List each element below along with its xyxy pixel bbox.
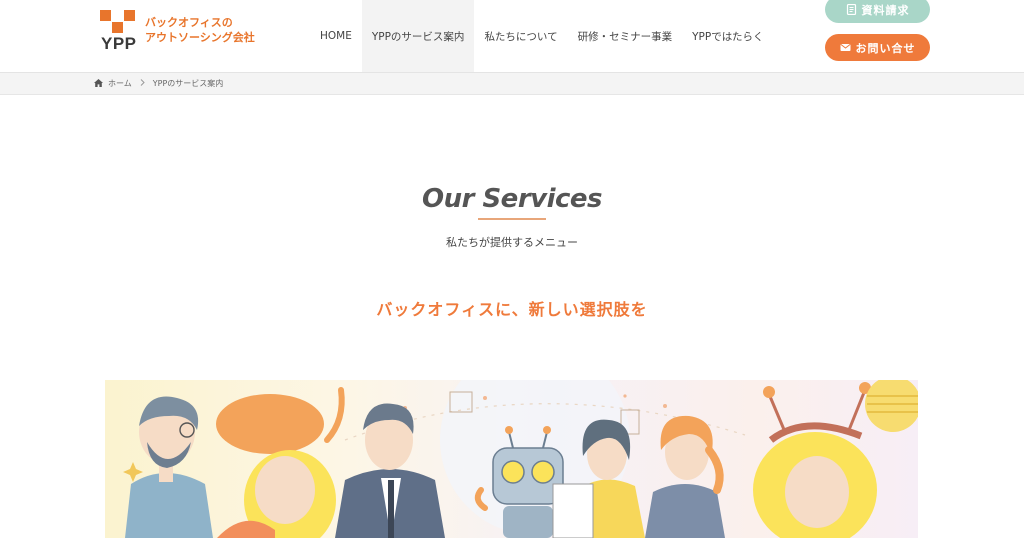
contact-button[interactable]: お問い合せ <box>825 34 930 61</box>
home-icon <box>94 78 103 89</box>
global-nav: HOME YPPのサービス案内 私たちについて 研修・セミナー事業 YPPではた… <box>310 0 774 72</box>
title-underline <box>478 218 546 220</box>
breadcrumb-bar: ホーム YPPのサービス案内 <box>0 72 1024 95</box>
nav-item-services[interactable]: YPPのサービス案内 <box>361 0 475 72</box>
logo-tagline-line1: バックオフィスの <box>145 16 233 29</box>
nav-item-home[interactable]: HOME <box>310 0 362 72</box>
document-request-label: 資料請求 <box>861 3 910 17</box>
catch-copy: バックオフィスに、新しい選択肢を <box>376 300 648 319</box>
breadcrumb-current: YPPのサービス案内 <box>152 79 224 88</box>
document-request-button[interactable]: 資料請求 <box>825 0 930 23</box>
page-subtitle: 私たちが提供するメニュー <box>446 236 578 249</box>
breadcrumb: ホーム YPPのサービス案内 <box>94 73 223 94</box>
nav-item-careers[interactable]: YPPではたらく <box>682 0 773 72</box>
chevron-right-icon <box>140 79 145 88</box>
logo-tagline-line2: アウトソーシング会社 <box>145 31 255 44</box>
site-logo[interactable]: YPP バックオフィスの アウトソーシング会社 <box>100 10 260 56</box>
site-header: YPP バックオフィスの アウトソーシング会社 HOME YPPのサービス案内 … <box>0 0 1024 72</box>
page-title: Our Services <box>421 184 603 214</box>
logo-tagline: バックオフィスの アウトソーシング会社 <box>145 15 260 45</box>
logo-mark-icon <box>100 10 136 34</box>
document-icon <box>846 4 857 15</box>
group-of-people-and-robot-illustration <box>123 380 918 538</box>
nav-item-about[interactable]: 私たちについて <box>474 0 567 72</box>
breadcrumb-home-link[interactable]: ホーム <box>108 78 132 89</box>
logo-wordmark: YPP <box>101 34 137 53</box>
hero-illustration <box>105 380 918 538</box>
contact-label: お問い合せ <box>855 41 916 55</box>
nav-item-training[interactable]: 研修・セミナー事業 <box>568 0 683 72</box>
mail-icon <box>839 42 851 53</box>
